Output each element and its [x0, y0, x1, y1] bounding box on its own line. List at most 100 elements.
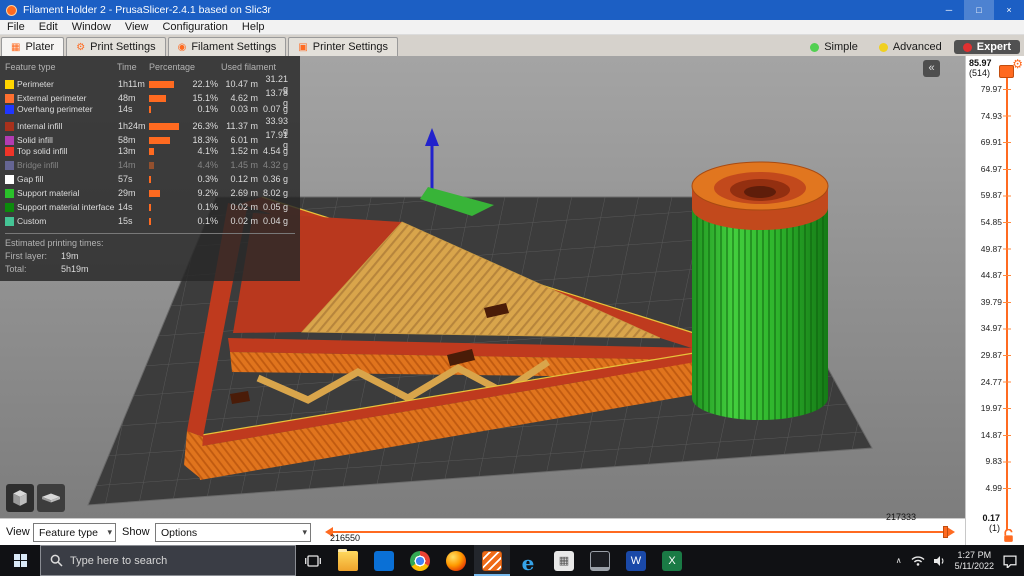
- simple-mode-dot-icon: [810, 42, 820, 52]
- edge-taskbar-button[interactable]: e: [510, 545, 546, 576]
- task-view-button[interactable]: [296, 545, 330, 576]
- model-support-cylinder[interactable]: [691, 161, 829, 420]
- photos-icon: ▦: [554, 550, 574, 571]
- view-select[interactable]: Feature type ▾: [33, 523, 116, 542]
- photos-taskbar-button[interactable]: ▦: [546, 545, 582, 576]
- chrome-taskbar-button[interactable]: [402, 545, 438, 576]
- file-explorer-icon: [338, 548, 358, 571]
- show-label: Show: [122, 526, 150, 538]
- cube-3d-icon: [13, 490, 27, 506]
- windows-logo-icon: [13, 554, 27, 567]
- clock-time: 1:27 PM: [957, 550, 992, 560]
- layer-slider-handle[interactable]: [999, 65, 1014, 78]
- legend-row: External perimeter 48m 15.1% 4.62 m 13.78 g: [5, 88, 295, 108]
- move-slider[interactable]: 217333 216550: [318, 512, 962, 546]
- feature-percent: 26.3%: [192, 121, 218, 131]
- menu-configuration[interactable]: Configuration: [155, 21, 234, 33]
- top-view-button[interactable]: [37, 484, 65, 512]
- store-taskbar-button[interactable]: [366, 545, 402, 576]
- taskbar-search[interactable]: Type here to search: [40, 545, 296, 576]
- preview-3d-viewport[interactable]: Feature type Time Percentage Used filame…: [0, 56, 965, 518]
- layer-max-index: (514): [969, 68, 991, 78]
- feature-time: 58m: [118, 135, 136, 145]
- tab-printer-settings[interactable]: ▣ Printer Settings: [288, 37, 398, 56]
- chevron-down-icon: ▾: [107, 527, 112, 537]
- move-slider-handle[interactable]: [943, 526, 948, 538]
- firefox-taskbar-button[interactable]: [438, 545, 474, 576]
- tab-label: Print Settings: [90, 41, 156, 53]
- tab-label: Filament Settings: [191, 41, 277, 53]
- layer-scale-label: 19.97: [980, 403, 1002, 414]
- feature-type-label: Support material: [17, 188, 80, 198]
- feature-time: 14m: [118, 160, 136, 170]
- legend-row: Support material 29m 9.2% 2.69 m 8.02 g: [5, 186, 295, 200]
- move-slider-right-arrow-icon[interactable]: [947, 527, 960, 537]
- printer-settings-icon: ▣: [298, 41, 308, 53]
- menu-edit[interactable]: Edit: [32, 21, 65, 33]
- move-slider-track[interactable]: [328, 531, 952, 533]
- taskbar-clock[interactable]: 1:27 PM 5/11/2022: [955, 550, 994, 571]
- maximize-button[interactable]: □: [964, 0, 994, 20]
- tab-filament-settings[interactable]: ◉ Filament Settings: [167, 37, 287, 56]
- tab-print-settings[interactable]: ⚙ Print Settings: [66, 37, 166, 56]
- word-taskbar-button[interactable]: W: [618, 545, 654, 576]
- file-explorer-taskbar-button[interactable]: [330, 545, 366, 576]
- menu-help[interactable]: Help: [235, 21, 272, 33]
- feature-color-swatch: [5, 79, 14, 89]
- minimize-button[interactable]: ─: [934, 0, 964, 20]
- action-center-icon[interactable]: [1003, 554, 1017, 568]
- menu-window[interactable]: Window: [65, 21, 118, 33]
- feature-color-swatch: [5, 93, 14, 103]
- layer-scale-label: 59.87: [980, 190, 1002, 201]
- mode-label: Advanced: [892, 41, 942, 53]
- collapse-sidebar-button[interactable]: «: [923, 60, 940, 77]
- prusaslicer-taskbar-button[interactable]: [474, 545, 510, 576]
- feature-percent: 15.1%: [192, 93, 218, 103]
- feature-percent: 9.2%: [197, 188, 218, 198]
- perspective-view-button[interactable]: [6, 484, 34, 512]
- menu-file[interactable]: File: [0, 21, 32, 33]
- menu-view[interactable]: View: [118, 21, 156, 33]
- volume-icon[interactable]: [933, 555, 946, 567]
- layer-min-index: (1): [989, 523, 1000, 533]
- feature-time: 1h11m: [118, 79, 145, 89]
- layer-slider-max: 85.97 (514): [969, 58, 992, 78]
- first-layer-value: 19m: [61, 251, 79, 261]
- tab-plater[interactable]: ▦ Plater: [1, 37, 65, 56]
- show-select[interactable]: Options ▾: [155, 523, 311, 542]
- window-title: Filament Holder 2 - PrusaSlicer-2.4.1 ba…: [23, 4, 272, 16]
- feature-percent-bar: [149, 203, 189, 211]
- feature-percent-bar: [149, 217, 189, 225]
- move-slider-min-value: 216550: [330, 533, 361, 543]
- feature-used-length: 0.12 m: [230, 174, 258, 184]
- mode-expert[interactable]: Expert: [953, 40, 1020, 54]
- feature-percent: 22.1%: [192, 79, 218, 89]
- feature-used-mass: 0.05 g: [262, 202, 288, 212]
- layer-scale-label: 29.87: [980, 349, 1002, 360]
- mode-simple[interactable]: Simple: [801, 40, 867, 54]
- hidden-icons-chevron[interactable]: ∧: [896, 556, 902, 565]
- layer-scale-label: 24.77: [980, 376, 1002, 387]
- feature-used-length: 0.03 m: [230, 104, 258, 114]
- mode-label: Simple: [824, 41, 858, 53]
- display-taskbar-button[interactable]: [582, 545, 618, 576]
- legend-row: Solid infill 58m 18.3% 6.01 m 17.91 g: [5, 130, 295, 150]
- mode-advanced[interactable]: Advanced: [870, 40, 951, 54]
- feature-percent: 0.1%: [197, 202, 218, 212]
- feature-percent-bar: [149, 175, 189, 183]
- feature-type-label: Solid infill: [17, 135, 53, 145]
- unlock-icon[interactable]: [1002, 529, 1015, 544]
- close-button[interactable]: ×: [994, 0, 1024, 20]
- feature-used-length: 11.37 m: [226, 121, 258, 131]
- feature-percent-bar: [149, 189, 189, 197]
- feature-color-swatch: [5, 135, 14, 145]
- excel-taskbar-button[interactable]: X: [654, 545, 690, 576]
- feature-time: 14s: [118, 104, 133, 114]
- start-button[interactable]: [0, 545, 40, 576]
- feature-percent: 4.4%: [197, 160, 218, 170]
- wifi-icon[interactable]: [911, 555, 925, 566]
- z-axis-arrow: [425, 128, 439, 196]
- mode-switcher: Simple Advanced Expert: [797, 40, 1024, 56]
- first-layer-label: First layer:: [5, 251, 48, 261]
- tab-label: Printer Settings: [312, 41, 388, 53]
